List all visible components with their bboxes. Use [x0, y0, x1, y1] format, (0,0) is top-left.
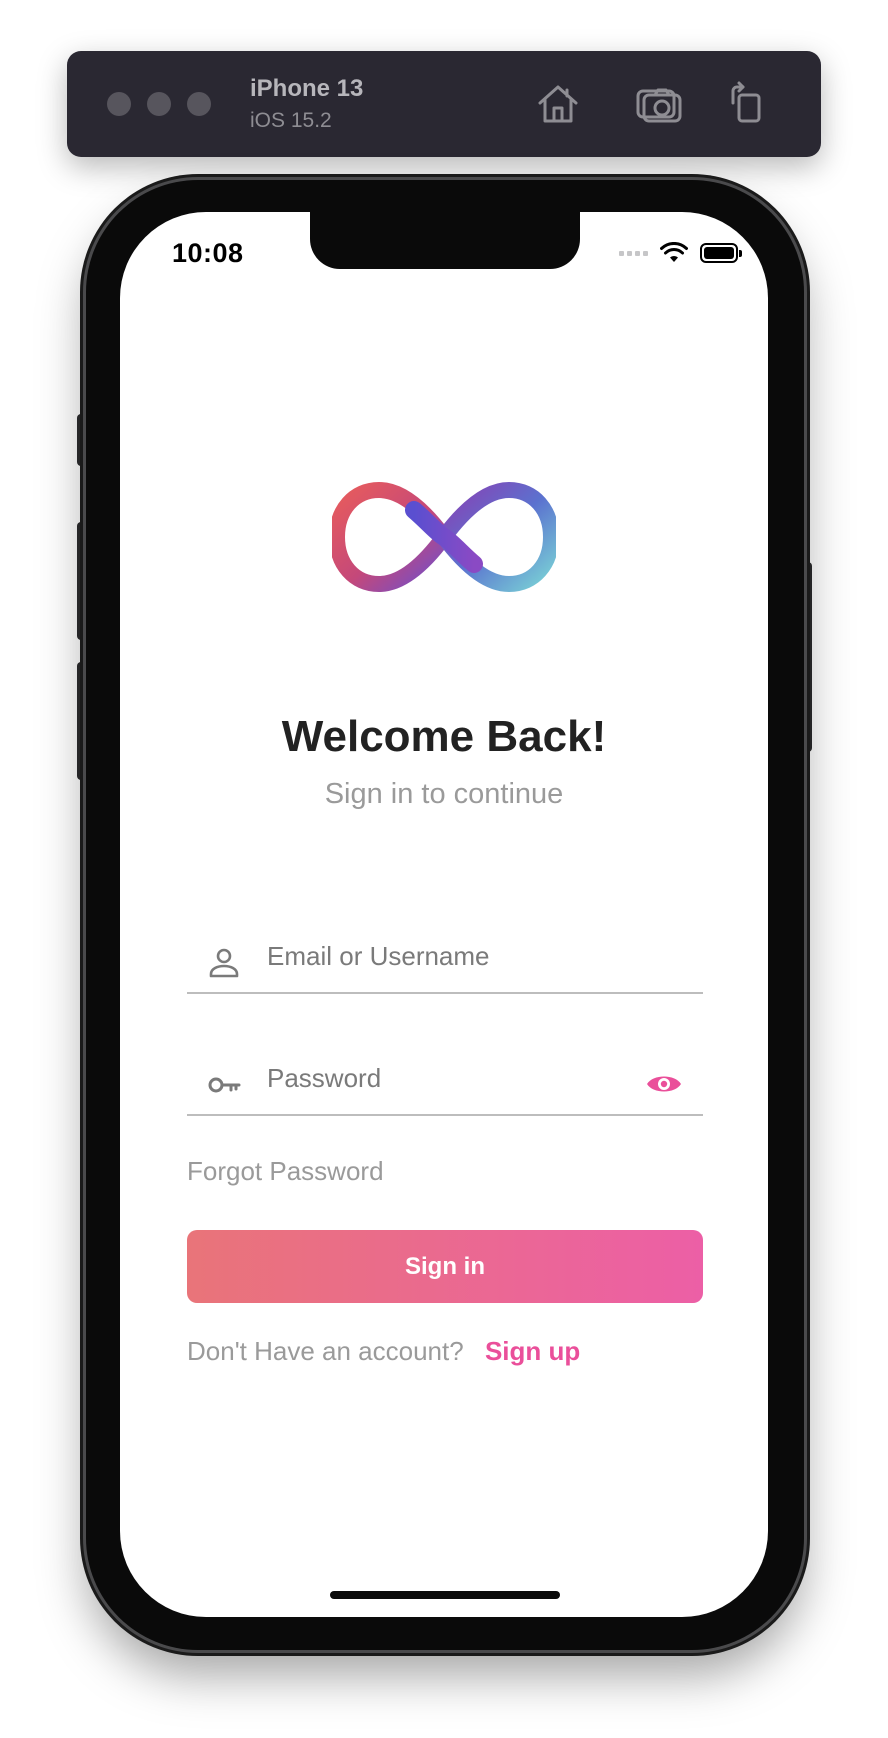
- password-field[interactable]: [187, 1050, 703, 1116]
- user-icon: [207, 946, 241, 980]
- window-close-button[interactable]: [107, 92, 131, 116]
- sign-up-link[interactable]: Sign up: [485, 1336, 580, 1366]
- eye-icon[interactable]: [645, 1070, 683, 1098]
- volume-up-button: [77, 522, 86, 640]
- screenshot-icon[interactable]: [635, 79, 683, 127]
- simulator-stage: iPhone 13 iOS 15.2 10:08 Welcome Back! S…: [0, 0, 888, 1738]
- window-minimize-button[interactable]: [147, 92, 171, 116]
- sign-in-button[interactable]: Sign in: [187, 1230, 703, 1303]
- wifi-icon: [660, 242, 688, 264]
- email-input[interactable]: [267, 936, 627, 976]
- cellular-signal-icon: [619, 250, 648, 256]
- power-button: [803, 562, 812, 752]
- status-time: 10:08: [172, 238, 244, 268]
- key-icon: [207, 1068, 241, 1102]
- page-title: Welcome Back!: [281, 712, 607, 761]
- status-icons: [619, 240, 742, 266]
- home-indicator[interactable]: [330, 1591, 560, 1599]
- device-name: iPhone 13: [250, 75, 364, 102]
- signup-prompt: Don't Have an account?: [187, 1336, 464, 1366]
- simulator-toolbar: iPhone 13 iOS 15.2: [67, 51, 821, 157]
- forgot-password-link[interactable]: Forgot Password: [187, 1156, 384, 1187]
- battery-icon: [700, 243, 742, 263]
- signup-row: Don't Have an account? Sign up: [187, 1336, 580, 1367]
- infinity-logo: [332, 482, 556, 592]
- phone-screen: 10:08 Welcome Back! Sign in to continue …: [120, 212, 768, 1617]
- page-subtitle: Sign in to continue: [324, 778, 564, 810]
- device-os-version: iOS 15.2: [250, 109, 332, 132]
- home-icon[interactable]: [534, 79, 582, 127]
- notch: [310, 212, 580, 269]
- rotate-icon[interactable]: [723, 79, 771, 127]
- password-input[interactable]: [267, 1058, 627, 1098]
- volume-down-button: [77, 662, 86, 780]
- email-field[interactable]: [187, 928, 703, 994]
- mute-switch: [77, 414, 86, 466]
- window-zoom-button[interactable]: [187, 92, 211, 116]
